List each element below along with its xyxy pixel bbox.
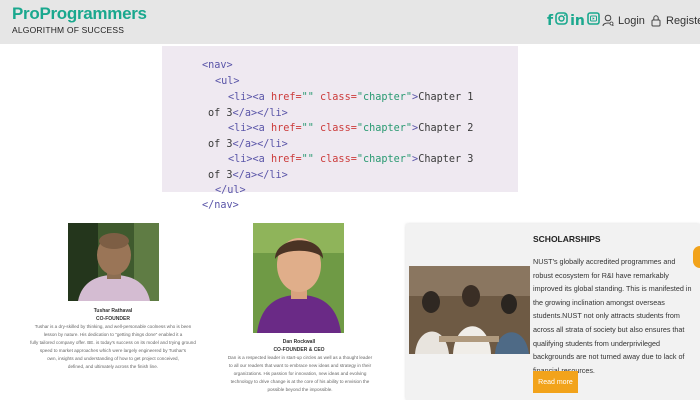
code-line: <li><a href="" class="chapter">Chapter 1 [228,92,474,103]
code-line: <li><a href="" class="chapter">Chapter 3 [228,154,474,165]
code-line: <ul> [215,76,240,87]
user-icon [602,14,614,27]
code-line: </nav> [202,200,239,211]
person-role: CO-FOUNDER & CEO [273,347,325,353]
person-name: Dan Rockwall [282,339,316,345]
code-line: <li><a href="" class="chapter">Chapter 2 [228,123,474,134]
students-photo [409,266,530,354]
facebook-icon[interactable]: f [547,13,553,29]
code-line: of 3</a></li> [208,108,288,119]
social-links: f in [547,12,600,29]
code-snippet: <nav> <ul> <li><a href="" class="chapter… [162,46,518,211]
brand-name[interactable]: ProProgrammers [12,4,147,24]
scholarships-text: NUST's globally accredited programmes an… [533,257,692,375]
side-tab[interactable] [693,246,700,268]
person-name: Tushar Rathaval [93,308,133,314]
person-bio: Dan is a respected leader in start-up ci… [227,355,373,392]
login-link[interactable]: Login [602,14,645,27]
read-more-button[interactable]: Read more [533,371,578,393]
code-line: of 3</a></li> [208,170,288,181]
person-role: CO-FOUNDER [96,316,130,322]
brand-tagline: ALGORITHM OF SUCCESS [12,25,125,35]
code-line: <nav> [202,60,233,71]
lock-icon [651,15,661,27]
site-header: ProProgrammers ALGORITHM OF SUCCESS f in… [0,0,700,44]
youtube-icon[interactable] [587,12,600,29]
person-bio: Tushar is a dry-skilled by thinking, and… [30,324,196,369]
tushar-photo [68,223,159,301]
scholarships-card: SCHOLARSHIPS NUST's globally accredited … [406,224,700,400]
login-label: Login [618,14,645,27]
code-line: of 3</a></li> [208,139,288,150]
register-label: Register [666,14,700,27]
register-link[interactable]: Register [650,14,700,27]
linkedin-icon[interactable]: in [570,13,585,29]
dan-photo [253,223,344,333]
scholarships-title: SCHOLARSHIPS [533,234,601,244]
code-line: </ul> [215,185,246,196]
instagram-icon[interactable] [555,12,568,29]
brand[interactable]: ProProgrammers ALGORITHM OF SUCCESS [12,4,147,35]
